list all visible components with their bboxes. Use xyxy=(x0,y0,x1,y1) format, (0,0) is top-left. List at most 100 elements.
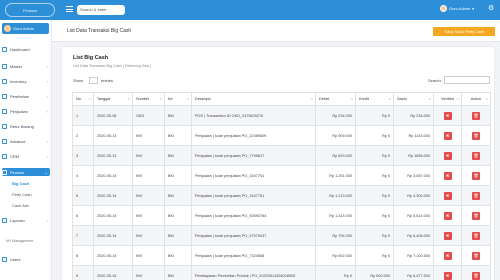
unverified-icon[interactable]: ✖ xyxy=(443,151,452,160)
column-header-label: Verified xyxy=(441,97,454,101)
table-row: 2 2020-05-13 INV BKI Penjualan | kode penjua… xyxy=(72,125,491,146)
column-header[interactable]: Action ⇅ xyxy=(461,92,491,106)
column-header[interactable]: Tanggal ⇅ xyxy=(93,92,133,106)
table-cell: BKI xyxy=(164,165,192,186)
table-cell: Rp 0 xyxy=(355,145,394,166)
show-label: Show xyxy=(73,78,84,83)
table-cell: 5 xyxy=(72,185,94,206)
unverified-icon[interactable]: ✖ xyxy=(443,111,452,120)
unverified-icon[interactable]: ✖ xyxy=(443,211,452,220)
verified-cell: ✖ xyxy=(433,125,462,146)
action-cell: 🗑 xyxy=(461,225,491,246)
table-cell: BKI xyxy=(164,125,192,146)
chevron-right-icon: › xyxy=(46,217,48,223)
card-title: List Big Cash xyxy=(73,55,109,61)
sort-icon: ⇅ xyxy=(88,97,91,101)
table-cell: 9 xyxy=(72,265,94,280)
chevron-right-icon: › xyxy=(46,93,48,99)
table-cell: 8 xyxy=(72,245,94,266)
unverified-icon[interactable]: ✖ xyxy=(443,171,452,180)
unverified-icon[interactable]: ✖ xyxy=(443,231,452,240)
sidebar-item-dashboard[interactable]: Dashboard xyxy=(2,45,50,53)
table-cell: Rp 1.213.000 xyxy=(315,185,356,206)
delete-button[interactable]: 🗑 xyxy=(472,111,480,120)
sidebar-subitem-cash-adv[interactable]: Cash Adv xyxy=(12,203,29,208)
table-row: 6 2020-05-14 INV BKI Penjualan | kode penjua… xyxy=(72,205,491,226)
table-cell: Rp 6.408.000 xyxy=(393,225,434,246)
sort-icon: ⇅ xyxy=(310,97,313,101)
table-cell: Rp 1143.000 xyxy=(393,125,434,146)
column-header[interactable]: Verified ⇅ xyxy=(433,92,462,106)
table-body: 1 2020-05-08 OKD BKI POS | Transaction ID OK… xyxy=(72,105,491,280)
column-header[interactable]: Kredit ⇅ xyxy=(355,92,394,106)
table-cell: Rp 1.314.000 xyxy=(315,205,356,226)
sidebar-item-pembelian[interactable]: Pembelian › xyxy=(2,92,50,100)
column-header[interactable]: Ke ⇅ xyxy=(164,92,192,106)
table-cell: 2020-05-14 xyxy=(93,245,133,266)
sidebar-item-penjualan[interactable]: Penjualan › xyxy=(2,107,50,115)
sort-icon: ⇅ xyxy=(186,97,189,101)
sidebar-subitem-petty-cash[interactable]: Petty Cash xyxy=(12,192,32,197)
sidebar-item-label: Pembelian xyxy=(10,93,29,99)
table-cell: INV xyxy=(132,185,165,206)
unverified-icon[interactable]: ✖ xyxy=(443,271,452,280)
action-cell: 🗑 xyxy=(461,125,491,146)
table-cell: INV xyxy=(132,225,165,246)
table-cell: Rp 693.000 xyxy=(315,145,356,166)
table-row: 5 2020-05-14 INV BKI Penjualan | kode penjua… xyxy=(72,185,491,206)
delete-button[interactable]: 🗑 xyxy=(472,191,480,200)
gear-icon[interactable]: ⚙ xyxy=(488,4,494,14)
sidebar-subitem-big-cash[interactable]: Big Cash xyxy=(12,181,29,186)
table-search-input[interactable] xyxy=(444,76,490,84)
table-cell: INV xyxy=(132,125,165,146)
column-header[interactable]: Debet ⇅ xyxy=(315,92,356,106)
table-cell: 2020-05-14 xyxy=(93,165,133,186)
table-cell: Rp 0 xyxy=(355,225,394,246)
entries-select[interactable] xyxy=(89,77,98,84)
delete-button[interactable]: 🗑 xyxy=(472,251,480,260)
chevron-down-icon: ▾ xyxy=(472,6,475,11)
delete-button[interactable]: 🗑 xyxy=(472,171,480,180)
delete-button[interactable]: 🗑 xyxy=(472,231,480,240)
table-cell: Rp 0 xyxy=(315,265,356,280)
big-cash-card: List Big Cash List Data Transaksi Big Ca… xyxy=(62,47,494,280)
table-cell: Rp 0 xyxy=(355,125,394,146)
search-label: Search: xyxy=(428,78,442,83)
action-cell: 🗑 xyxy=(461,145,491,166)
delete-button[interactable]: 🗑 xyxy=(472,151,480,160)
table-cell: Rp 6.477.500 xyxy=(393,265,434,280)
delete-button[interactable]: 🗑 xyxy=(472,271,480,280)
table-cell: Penjualan | kode penjualan PO_7795817 xyxy=(191,145,316,166)
close-petty-cash-button[interactable]: Tutup Saldo Petty Cash xyxy=(433,27,495,36)
sidebar-item-retur-barang[interactable]: Retur Barang xyxy=(2,122,50,130)
unverified-icon[interactable]: ✖ xyxy=(443,251,452,260)
column-header[interactable]: Saldo ⇅ xyxy=(393,92,434,106)
delete-button[interactable]: 🗑 xyxy=(472,211,480,220)
chevron-right-icon: › xyxy=(46,108,48,114)
search-input[interactable]: Search & enter xyxy=(77,5,125,15)
sidebar-profile[interactable]: Guru Admin xyxy=(2,23,49,34)
return-icon xyxy=(2,123,7,129)
app-logo[interactable]: Finance xyxy=(5,3,55,17)
table-row: 1 2020-05-08 OKD BKI POS | Transaction ID OK… xyxy=(72,105,491,126)
menu-toggle-icon[interactable] xyxy=(66,6,73,12)
unverified-icon[interactable]: ✖ xyxy=(443,191,452,200)
column-header[interactable]: No ⇅ xyxy=(72,92,94,106)
action-cell: 🗑 xyxy=(461,205,491,226)
delete-button[interactable]: 🗑 xyxy=(472,131,480,140)
user-menu[interactable]: Guru Admin ▾ xyxy=(440,5,474,12)
sidebar-item-crm[interactable]: CRM › xyxy=(2,152,50,160)
sidebar-item-users[interactable]: Users xyxy=(2,255,50,263)
column-header[interactable]: Deskripsi ⇅ xyxy=(191,92,316,106)
sidebar-item-laporan[interactable]: Laporan › xyxy=(2,216,50,224)
sidebar-item-label: Inventory xyxy=(10,78,27,84)
menu-heading: MY Management xyxy=(6,239,34,243)
unverified-icon[interactable]: ✖ xyxy=(443,131,452,140)
avatar xyxy=(4,25,11,32)
sidebar-item-inventory[interactable]: Inventory › xyxy=(2,77,50,85)
sidebar-item-finance[interactable]: Finance ⌄ xyxy=(2,168,50,176)
column-header[interactable]: Sumber ⇅ xyxy=(132,92,165,106)
sidebar-item-master[interactable]: Master › xyxy=(2,62,50,70)
verified-cell: ✖ xyxy=(433,205,462,226)
sidebar-item-advance[interactable]: Advance › xyxy=(2,137,50,145)
